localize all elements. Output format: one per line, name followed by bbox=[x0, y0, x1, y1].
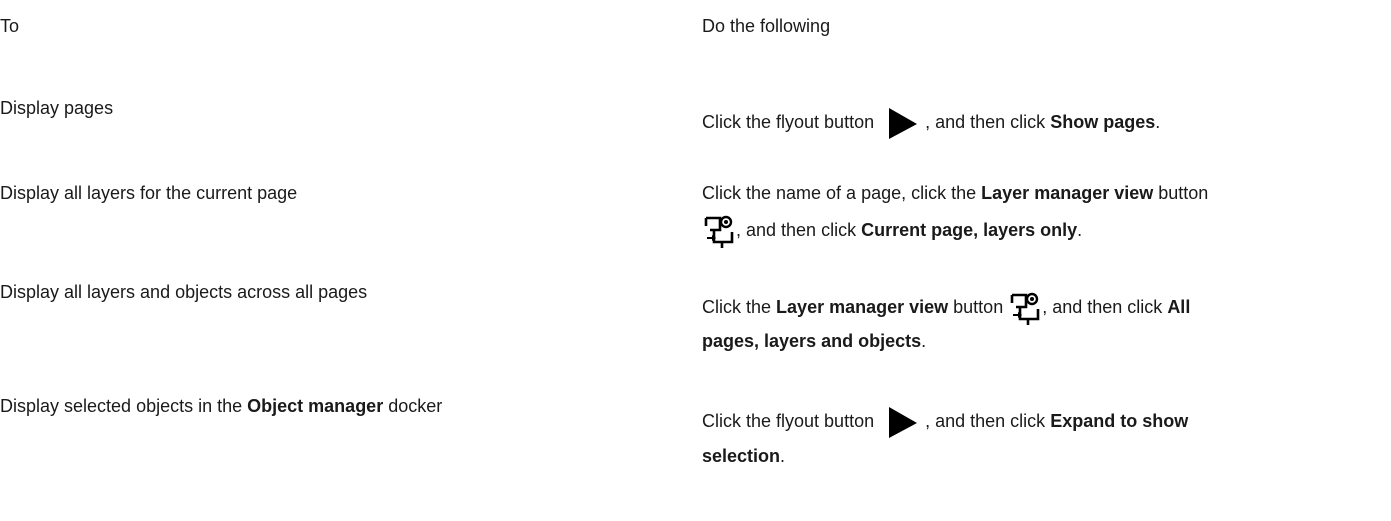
row-3-do-text-g: . bbox=[921, 331, 927, 351]
row-2-do-text-c: button bbox=[1158, 183, 1209, 203]
row-2-do-current-page-layers-only: Current page, layers only bbox=[861, 220, 1078, 240]
row-2-do-layer-manager-view: Layer manager view bbox=[981, 183, 1154, 203]
row-2-do-line-2: , and then click Current page, layers on… bbox=[702, 213, 1082, 249]
row-1-do-text-b: , and then click bbox=[925, 112, 1046, 132]
row-2-to: Display all layers for the current page bbox=[0, 183, 298, 203]
row-3-do-layer-manager-view: Layer manager view bbox=[776, 297, 949, 317]
row-4-to-object-manager: Object manager bbox=[247, 396, 384, 416]
row-4-to: Display selected objects in the Object m… bbox=[0, 389, 442, 424]
row-1-do-text-d: . bbox=[1155, 112, 1161, 132]
row-3-do-pages-layers-objects: pages, layers and objects bbox=[702, 331, 922, 351]
row-3-to: Display all layers and objects across al… bbox=[0, 282, 368, 302]
row-3-do-line-1: Click the Layer manager view button , an… bbox=[702, 290, 1190, 326]
header-do-the-following: Do the following bbox=[702, 16, 831, 36]
row-1-do-show-pages: Show pages bbox=[1050, 112, 1156, 132]
row-2-do-text-a: Click the name of a page, click the bbox=[702, 183, 977, 203]
row-4-do-text-a: Click the flyout button bbox=[702, 411, 875, 431]
flyout-arrow-icon bbox=[883, 405, 921, 440]
row-4-do-text-e: . bbox=[780, 446, 786, 466]
row-1-do-text-a: Click the flyout button bbox=[702, 112, 875, 132]
row-4-to-text-a: Display selected objects in the bbox=[0, 396, 243, 416]
row-3-do-all: All bbox=[1167, 297, 1191, 317]
layer-manager-view-icon bbox=[1010, 291, 1042, 326]
row-4-do-expand-to-show: Expand to show bbox=[1050, 411, 1189, 431]
row-1-to: Display pages bbox=[0, 98, 114, 118]
row-3-do-line-2: pages, layers and objects. bbox=[702, 324, 926, 359]
row-4-do-line-1: Click the flyout button , and then click… bbox=[702, 404, 1188, 440]
row-3-do-text-d: , and then click bbox=[1042, 297, 1163, 317]
row-2-do-line-1: Click the name of a page, click the Laye… bbox=[702, 176, 1208, 211]
row-4-do-text-b: , and then click bbox=[925, 411, 1046, 431]
row-4-do-line-2: selection. bbox=[702, 439, 785, 474]
row-4-do-selection: selection bbox=[702, 446, 781, 466]
row-3-do-text-c: button bbox=[953, 297, 1004, 317]
row-3-do-text-a: Click the bbox=[702, 297, 772, 317]
row-4-to-text-c: docker bbox=[388, 396, 443, 416]
row-2-do-text-f: . bbox=[1077, 220, 1083, 240]
row-2-do-text-d: , and then click bbox=[736, 220, 857, 240]
row-1-do: Click the flyout button , and then click… bbox=[702, 105, 1160, 141]
layer-manager-view-icon bbox=[704, 214, 736, 249]
flyout-arrow-icon bbox=[883, 106, 921, 141]
header-to: To bbox=[0, 16, 20, 36]
